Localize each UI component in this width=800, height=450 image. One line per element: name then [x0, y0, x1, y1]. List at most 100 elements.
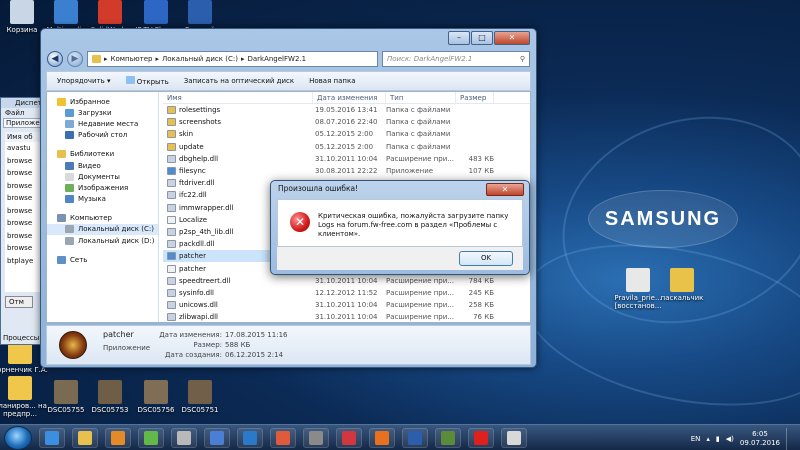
nav-drive-c[interactable]: Локальный диск (C:) [47, 223, 158, 236]
task-manager-row[interactable]: avastu [5, 142, 45, 155]
nav-pictures[interactable]: Изображения [47, 182, 158, 193]
breadcrumb-folder[interactable]: DarkAngelFW2.1 [247, 55, 306, 63]
breadcrumb-drive-c[interactable]: Локальный диск (C:) [162, 55, 238, 63]
iptv-icon [144, 0, 168, 24]
burn-button[interactable]: Записать на оптический диск [184, 77, 294, 85]
language-indicator[interactable]: EN [691, 435, 701, 443]
nav-libraries[interactable]: Библиотеки [47, 149, 158, 160]
taskbar-app-button[interactable] [270, 427, 296, 448]
file-name-cell: filesync [163, 167, 313, 176]
task-manager-row[interactable]: browse [5, 230, 45, 243]
file-row[interactable]: skin 05.12.2015 2:00 Папка с файлами [163, 128, 530, 140]
column-size[interactable]: Размер [456, 92, 494, 103]
samsung-logo: SAMSUNG [588, 190, 738, 248]
taskbar-app-button[interactable] [171, 427, 197, 448]
show-desktop-button[interactable] [786, 428, 794, 450]
taskbar-app-button[interactable] [237, 427, 263, 448]
new-folder-button[interactable]: Новая папка [309, 77, 355, 85]
file-row[interactable]: rolesettings 19.05.2016 13:41 Папка с файл… [163, 104, 530, 116]
folder-icon [8, 376, 32, 400]
taskbar-app-button[interactable] [72, 427, 98, 448]
taskbar-app-button[interactable] [402, 427, 428, 448]
task-manager-row[interactable]: browse [5, 217, 45, 230]
video-icon [65, 161, 74, 170]
taskbar-app-button[interactable] [435, 427, 461, 448]
taskbar-app-button[interactable] [336, 427, 362, 448]
taskbar-app-button[interactable] [369, 427, 395, 448]
details-file-type: Приложение [103, 344, 151, 352]
task-manager-row[interactable]: browse [5, 205, 45, 218]
clock[interactable]: 6:05 09.07.2016 [740, 430, 780, 448]
error-dialog[interactable]: Произошла ошибка! ✕ ✕ Критическая ошибка… [270, 180, 530, 275]
breadcrumb-computer[interactable]: Компьютер [111, 55, 153, 63]
taskbar-app-button[interactable] [204, 427, 230, 448]
nav-network[interactable]: Сеть [47, 254, 158, 265]
desktop-icon [65, 131, 74, 140]
nav-computer[interactable]: Компьютер [47, 213, 158, 224]
nav-favorites[interactable]: Избранное [47, 96, 158, 107]
file-row[interactable]: speedtreert.dll 31.10.2011 10:04 Расширени… [163, 275, 530, 287]
column-type[interactable]: Тип [386, 92, 456, 103]
nav-music[interactable]: Музыка [47, 194, 158, 205]
pictures-icon [65, 183, 74, 192]
network-tray-icon[interactable]: ▮ [716, 435, 720, 443]
column-date[interactable]: Дата изменения [313, 92, 386, 103]
volume-icon[interactable]: ◀) [726, 435, 734, 443]
file-date: 12.12.2012 11:52 [315, 288, 378, 297]
taskbar-app-button[interactable] [468, 427, 494, 448]
open-button[interactable]: Открыть [125, 76, 169, 86]
multimedia-icon [54, 0, 78, 24]
ok-button[interactable]: OK [459, 251, 513, 266]
dll-icon [167, 179, 176, 188]
file-row[interactable]: sysinfo.dll 12.12.2012 11:52 Расширение пр… [163, 287, 530, 299]
taskbar-app-button[interactable] [303, 427, 329, 448]
file-row[interactable]: update 05.12.2015 2:00 Папка с файлами [163, 141, 530, 153]
nav-videos[interactable]: Видео [47, 160, 158, 171]
file-name: patcher [179, 264, 206, 273]
taskbar-app-button[interactable] [39, 427, 65, 448]
desktop-shortcut-label: паскальчик [660, 294, 704, 302]
nav-desktop[interactable]: Рабочий стол [47, 130, 158, 141]
clock-date: 09.07.2016 [739, 439, 780, 447]
forward-button[interactable]: ▶ [67, 51, 83, 67]
dll-icon [167, 313, 176, 322]
nav-drive-d[interactable]: Локальный диск (D:) [47, 235, 158, 246]
file-row[interactable]: unicows.dll 31.10.2011 10:04 Расширение пр… [163, 299, 530, 311]
taskbar-app-button[interactable] [138, 427, 164, 448]
maximize-button[interactable]: □ [471, 31, 493, 45]
file-row[interactable]: screenshots 08.07.2016 22:40 Папка с файла… [163, 116, 530, 128]
organize-button[interactable]: Упорядочить ▾ [57, 77, 111, 85]
nav-recent-places[interactable]: Недавние места [47, 118, 158, 129]
taskbar-app-button[interactable] [105, 427, 131, 448]
patcher-app-icon [59, 331, 87, 359]
taskbar-app-button[interactable] [501, 427, 527, 448]
file-row[interactable]: zlibwapi.dll 31.10.2011 10:04 Расширение п… [163, 311, 530, 322]
lips-icon [342, 430, 356, 445]
desktop-shortcut[interactable]: DSC05751 [172, 380, 228, 414]
task-manager-row[interactable]: browse [5, 180, 45, 193]
task-manager-cancel-button[interactable]: Отм [5, 296, 33, 308]
start-button[interactable] [4, 425, 32, 450]
task-manager-row[interactable]: browse [5, 167, 45, 180]
file-name: rolesettings [179, 106, 221, 115]
task-manager-row[interactable]: browse [5, 242, 45, 255]
back-button[interactable]: ◀ [47, 51, 63, 67]
search-input[interactable]: Поиск: DarkAngelFW2.1 ⚲ [382, 51, 530, 67]
file-row[interactable]: dbghelp.dll 31.10.2011 10:04 Расширение пр… [163, 153, 530, 165]
file-name: ifc22.dll [179, 191, 207, 200]
task-manager-row[interactable]: browse [5, 192, 45, 205]
dialog-close-button[interactable]: ✕ [486, 183, 524, 196]
tray-arrow-icon[interactable]: ▴ [706, 435, 710, 443]
task-manager-row[interactable]: browse [5, 155, 45, 168]
drive-icon [65, 225, 74, 234]
nav-downloads[interactable]: Загрузки [47, 107, 158, 118]
minimize-button[interactable]: – [448, 31, 470, 45]
window-close-button[interactable]: ✕ [494, 31, 530, 45]
file-row[interactable]: filesync 30.08.2011 22:22 Приложение 107 КБ [163, 165, 530, 177]
details-created-label: Дата создания: [164, 351, 222, 359]
address-bar[interactable]: ▸ Компьютер ▸ Локальный диск (C:) ▸ Dark… [87, 51, 378, 67]
column-name[interactable]: Имя [163, 92, 313, 103]
task-manager-row[interactable]: btplaye [5, 255, 45, 268]
nav-documents[interactable]: Документы [47, 171, 158, 182]
desktop-shortcut[interactable]: паскальчик [654, 268, 710, 302]
